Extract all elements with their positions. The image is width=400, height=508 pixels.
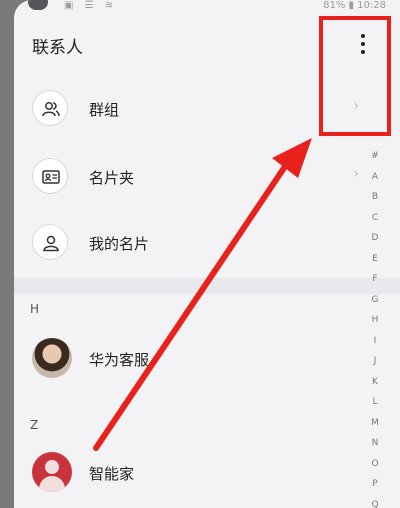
annotation-arrow [93,138,312,451]
arrow-shaft [93,159,291,451]
